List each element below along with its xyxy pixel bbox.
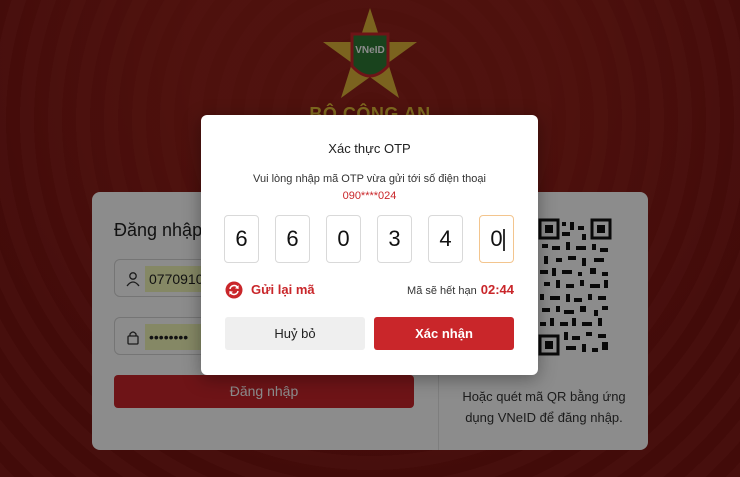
confirm-button[interactable]: Xác nhận bbox=[374, 317, 514, 350]
refresh-icon bbox=[225, 281, 243, 299]
expiry-label: Mã sẽ hết hạn bbox=[407, 285, 477, 297]
otp-digit-6[interactable]: 0 bbox=[479, 215, 514, 263]
otp-digit-5[interactable]: 4 bbox=[428, 215, 463, 263]
otp-modal: Xác thực OTP Vui lòng nhập mã OTP vừa gử… bbox=[201, 115, 538, 375]
otp-modal-title: Xác thực OTP bbox=[328, 141, 411, 156]
otp-phone-number: 090****024 bbox=[342, 190, 397, 202]
cancel-button[interactable]: Huỷ bỏ bbox=[225, 317, 365, 350]
otp-digit-4[interactable]: 3 bbox=[377, 215, 412, 263]
expiry-timer: 02:44 bbox=[480, 282, 514, 297]
resend-code-label: Gửi lại mã bbox=[251, 282, 315, 297]
otp-digit-1[interactable]: 6 bbox=[224, 215, 259, 263]
otp-digit-3[interactable]: 0 bbox=[326, 215, 361, 263]
otp-description: Vui lòng nhập mã OTP vừa gửi tới số điện… bbox=[253, 173, 486, 185]
otp-input-group: 6 6 0 3 4 0 bbox=[224, 215, 515, 263]
otp-expiry: Mã sẽ hết hạn 02:44 bbox=[407, 282, 514, 297]
otp-digit-2[interactable]: 6 bbox=[275, 215, 310, 263]
